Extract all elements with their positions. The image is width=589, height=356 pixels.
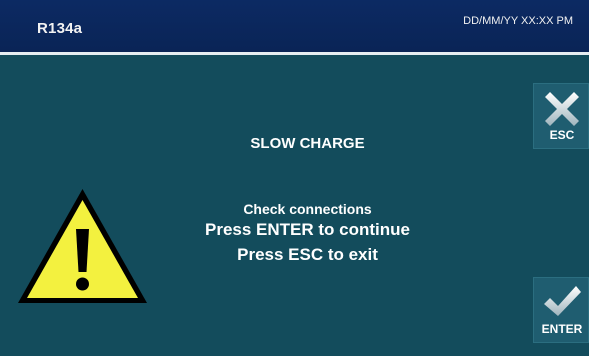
check-icon [544,286,581,316]
esc-button[interactable]: ESC [533,83,589,149]
refrigerant-label: R134a [37,20,83,37]
esc-button-label: ESC [549,128,575,142]
warning-icon [14,185,151,308]
datetime-label: DD/MM/YY XX:XX PM [463,15,573,27]
message-block: SLOW CHARGE Check connections Press ENTE… [150,55,465,356]
enter-button-label: ENTER [541,322,583,336]
main-panel: SLOW CHARGE Check connections Press ENTE… [0,55,589,356]
message-line-esc: Press ESC to exit [237,245,378,264]
message-title: SLOW CHARGE [250,135,365,152]
close-icon [545,92,579,126]
screen: R134a DD/MM/YY XX:XX PM SLOW CHARGE Chec… [0,0,589,356]
message-line-enter: Press ENTER to continue [205,220,410,239]
header-bar: R134a DD/MM/YY XX:XX PM [0,0,589,52]
message-line-check: Check connections [243,201,372,217]
enter-button[interactable]: ENTER [533,277,589,343]
